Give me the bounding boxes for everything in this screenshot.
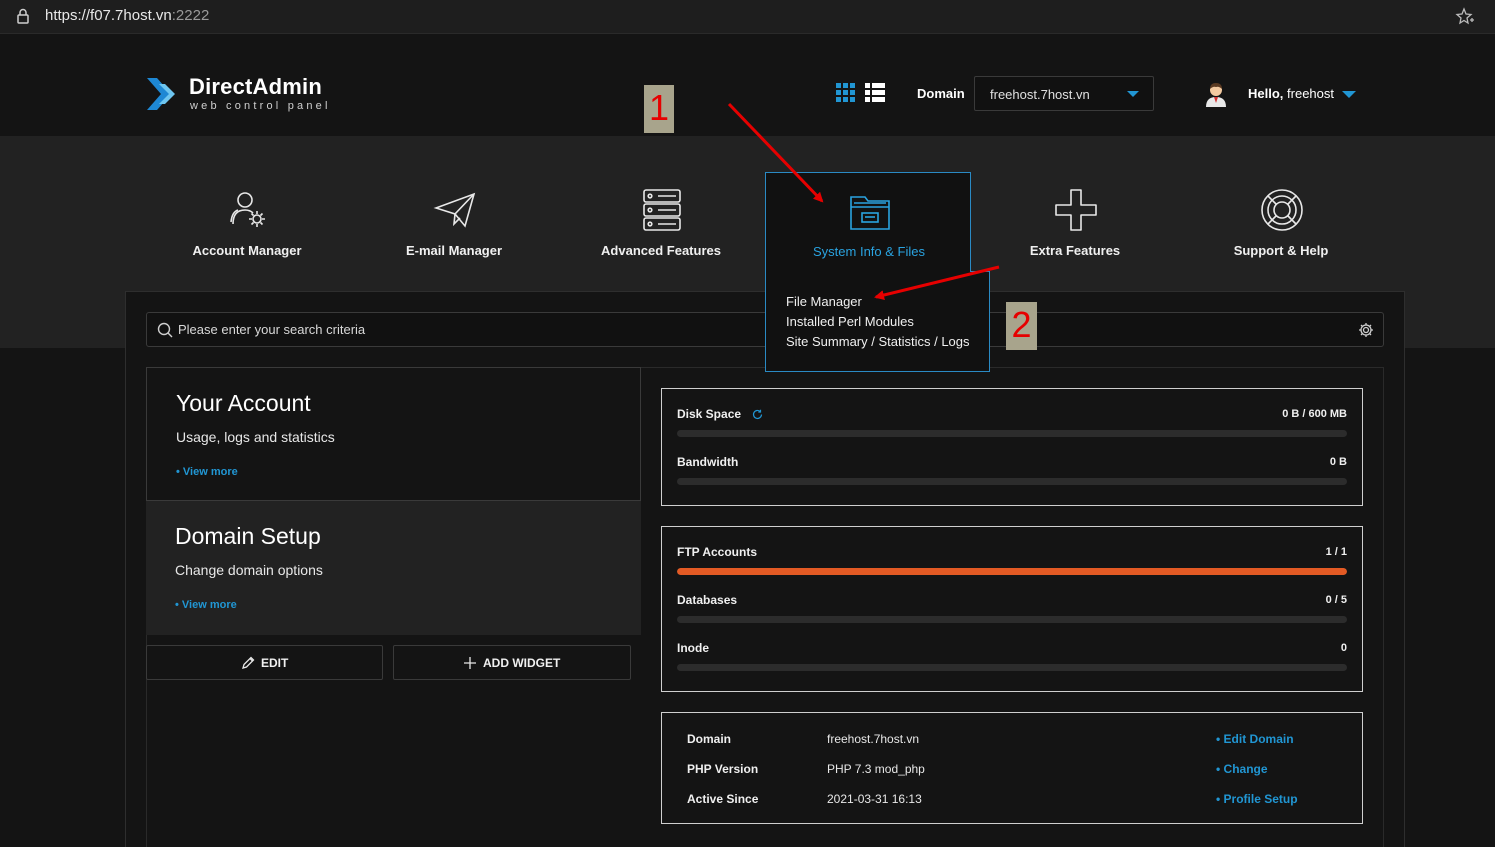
info-key: Active Since [687,792,759,806]
domain-select-value: freehost.7host.vn [990,87,1090,102]
bandwidth-bar [677,478,1347,485]
card-title: Domain Setup [175,523,321,549]
chevron-down-icon [1127,91,1139,97]
nav-email-manager[interactable]: E-mail Manager [351,172,557,272]
menu-item-file-manager[interactable]: File Manager [786,294,862,309]
card-title: Your Account [176,390,311,416]
pencil-icon [242,656,255,669]
ftp-accounts-value: 1 / 1 [1325,546,1347,558]
menu-item-perl-modules[interactable]: Installed Perl Modules [786,314,914,329]
server-stack-icon [643,189,681,231]
nav-support-help[interactable]: Support & Help [1178,172,1384,272]
inode-bar [677,664,1347,671]
logo-subtitle: web control panel [190,100,331,112]
inode-label: Inode [677,641,709,655]
add-widget-label: ADD WIDGET [483,656,561,670]
plus-icon [1055,189,1097,231]
databases-bar [677,616,1347,623]
add-widget-button[interactable]: ADD WIDGET [393,645,631,680]
edit-button-label: EDIT [261,656,289,670]
username: freehost [1287,86,1335,101]
info-key: PHP Version [687,762,759,776]
info-key: Domain [687,732,732,746]
domain-label: Domain [917,86,965,101]
disk-space-label-text: Disk Space [677,407,742,421]
usage-widget-disk-bandwidth: Disk Space 0 B / 600 MB Bandwidth 0 B [661,388,1363,506]
profile-setup-link[interactable]: • Profile Setup [1216,792,1298,806]
disk-space-value: 0 B / 600 MB [1282,408,1347,420]
top-header: DirectAdmin web control panel Domain fre… [0,35,1495,136]
edit-domain-link[interactable]: • Edit Domain [1216,732,1294,746]
logo-title: DirectAdmin [189,74,322,99]
search-icon [157,322,173,338]
folder-icon [850,196,890,230]
users-gear-icon [230,192,265,227]
lock-icon [17,8,29,24]
card-subtitle: Usage, logs and statistics [176,429,335,445]
nav-advanced-features[interactable]: Advanced Features [558,172,764,272]
nav-label: Support & Help [1233,243,1329,258]
annotation-step-1: 1 [644,85,674,133]
usage-widget-accounts: FTP Accounts 1 / 1 Databases 0 / 5 Inode… [661,526,1363,692]
disk-space-label: Disk Space [677,407,763,421]
directadmin-logo-icon [147,78,175,110]
view-more-link[interactable]: • View more [176,466,238,478]
info-value: PHP 7.3 mod_php [827,762,925,776]
nav-label: System Info & Files [813,244,925,259]
list-view-icon[interactable] [865,83,885,103]
bandwidth-value: 0 B [1329,456,1347,468]
url-host: https://f07.7host.vn [45,7,172,24]
nav-account-manager[interactable]: Account Manager [144,172,350,272]
directadmin-logo[interactable]: DirectAdmin web control panel [145,74,345,114]
domain-setup-card[interactable]: Domain Setup Change domain options • Vie… [146,501,641,635]
nav-label: Advanced Features [601,243,721,258]
grid-view-icon[interactable] [836,83,856,103]
bandwidth-label: Bandwidth [677,455,739,469]
nav-label: E-mail Manager [405,243,503,258]
disk-space-bar [677,430,1347,437]
ftp-accounts-fill [677,568,1347,575]
user-avatar-icon[interactable] [1204,81,1228,107]
plus-icon [464,657,476,669]
paper-plane-icon [433,192,476,228]
gear-icon[interactable] [1358,322,1374,338]
nav-system-info-files[interactable]: System Info & Files [765,172,971,272]
domain-select[interactable]: freehost.7host.vn [974,76,1154,111]
bookmark-star-icon[interactable] [1455,7,1475,27]
your-account-card[interactable]: Your Account Usage, logs and statistics … [146,367,641,501]
domain-info-widget: Domain freehost.7host.vn • Edit Domain P… [661,712,1363,824]
lifebuoy-icon [1261,189,1303,231]
url-port: :2222 [171,7,210,24]
nav-label: Account Manager [192,243,302,258]
databases-value: 0 / 5 [1325,594,1347,606]
inode-value: 0 [1340,642,1347,654]
refresh-icon[interactable] [752,409,763,420]
user-menu-chevron-icon[interactable] [1342,91,1356,98]
view-more-link[interactable]: • View more [175,599,237,611]
ftp-accounts-label: FTP Accounts [677,545,758,559]
edit-button[interactable]: EDIT [146,645,383,680]
info-value: freehost.7host.vn [827,732,920,746]
annotation-step-2: 2 [1006,302,1037,350]
greeting-text: Hello, [1248,86,1284,101]
ftp-accounts-bar [677,568,1347,575]
url-text[interactable]: https://f07.7host.vn:2222 [45,7,209,24]
info-value: 2021-03-31 16:13 [827,792,922,806]
databases-label: Databases [677,593,738,607]
search-input[interactable] [178,314,1348,345]
user-greeting[interactable]: Hello, freehost [1248,86,1334,101]
menu-item-site-summary[interactable]: Site Summary / Statistics / Logs [786,334,970,349]
system-info-dropdown: File Manager Installed Perl Modules Site… [765,270,990,372]
nav-extra-features[interactable]: Extra Features [972,172,1178,272]
change-php-link[interactable]: • Change [1216,762,1268,776]
card-subtitle: Change domain options [175,562,323,578]
browser-url-bar[interactable]: https://f07.7host.vn:2222 [0,0,1495,34]
nav-label: Extra Features [1029,243,1121,258]
